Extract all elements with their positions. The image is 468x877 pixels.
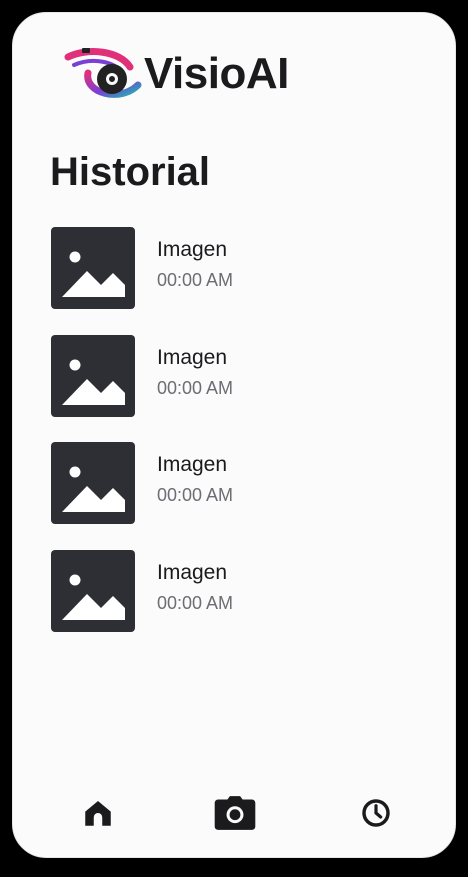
item-name: Imagen: [157, 238, 228, 261]
item-time: 00:00 AM: [157, 270, 234, 291]
logo-icon: [64, 48, 142, 98]
clock-icon: [362, 799, 390, 827]
image-thumbnail: [51, 442, 135, 524]
item-time: 00:00 AM: [157, 377, 234, 398]
item-name: Imagen: [157, 345, 228, 369]
history-item[interactable]: Imagen 00:00 AM: [51, 442, 431, 550]
history-item[interactable]: Imagen 00:00 AM: [51, 549, 431, 658]
image-icon: [62, 466, 125, 512]
item-name: Imagen: [157, 560, 228, 584]
camera-icon: [214, 796, 256, 830]
nav-camera-button[interactable]: [213, 791, 257, 835]
history-list: Imagen 00:00 AM Imagen 00:00 AM Imagen 0…: [51, 227, 431, 657]
image-thumbnail: [51, 227, 135, 309]
image-icon: [62, 574, 125, 620]
app-screen: VisioAI Historial Imagen 00:00 AM Imagen…: [12, 12, 456, 858]
image-icon: [62, 359, 125, 405]
history-item[interactable]: Imagen 00:00 AM: [51, 334, 431, 443]
brand-name: VisioAI: [144, 49, 289, 98]
image-thumbnail: [51, 549, 135, 632]
nav-home-button[interactable]: [76, 791, 120, 835]
image-icon: [62, 251, 125, 297]
home-icon: [85, 800, 111, 826]
image-thumbnail: [51, 334, 135, 417]
item-time: 00:00 AM: [157, 485, 234, 506]
brand-header: VisioAI: [58, 43, 289, 105]
page-title: Historial: [50, 150, 211, 194]
item-name: Imagen: [157, 453, 228, 476]
item-time: 00:00 AM: [157, 592, 234, 613]
bottom-navigation: [13, 791, 455, 835]
nav-history-button[interactable]: [354, 791, 398, 835]
history-item[interactable]: Imagen 00:00 AM: [51, 227, 431, 335]
